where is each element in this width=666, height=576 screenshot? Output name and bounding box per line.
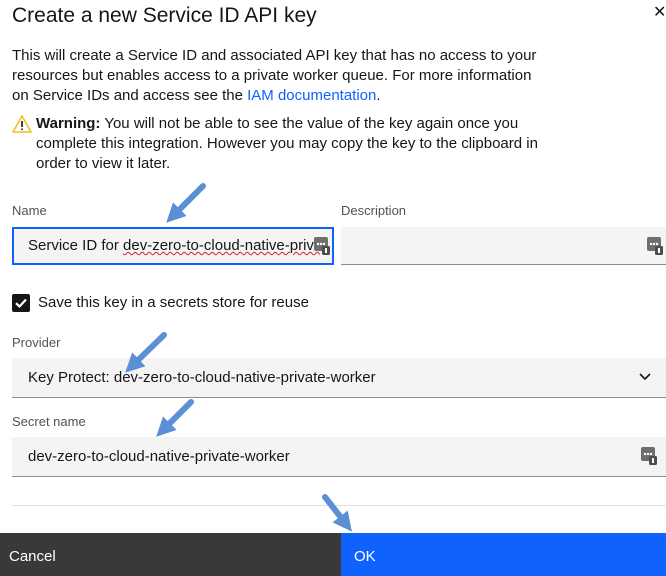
divider: [12, 505, 666, 506]
save-key-checkbox[interactable]: [12, 294, 30, 312]
ok-button[interactable]: OK: [341, 533, 666, 576]
secret-name-input[interactable]: dev-zero-to-cloud-native-private-worker: [12, 437, 666, 477]
save-key-label[interactable]: Save this key in a secrets store for reu…: [38, 294, 309, 312]
cancel-button[interactable]: Cancel: [0, 533, 341, 576]
secret-name-input-value: dev-zero-to-cloud-native-private-worker: [28, 448, 290, 465]
close-icon[interactable]: ✕: [653, 2, 666, 22]
dialog-description: This will create a Service ID and associ…: [12, 46, 552, 106]
name-input[interactable]: Service ID for dev-zero-to-cloud-native-…: [12, 227, 334, 265]
provider-select-value: Key Protect: dev-zero-to-cloud-native-pr…: [28, 369, 376, 386]
chevron-down-icon[interactable]: [638, 372, 652, 382]
name-label: Name: [12, 203, 47, 218]
password-manager-icon[interactable]: [647, 237, 663, 255]
description-input[interactable]: [341, 227, 666, 265]
iam-documentation-link[interactable]: IAM documentation: [247, 87, 376, 104]
checkmark-icon: [15, 298, 27, 309]
name-input-prefix: Service ID for: [28, 237, 124, 254]
password-manager-icon[interactable]: [314, 237, 330, 255]
provider-label: Provider: [12, 335, 61, 350]
warning-label: Warning:: [36, 115, 101, 132]
warning-icon: [12, 115, 32, 133]
provider-select[interactable]: Key Protect: dev-zero-to-cloud-native-pr…: [12, 358, 666, 398]
warning-message: Warning: You will not be able to see the…: [36, 114, 546, 174]
description-end: .: [376, 87, 381, 104]
dialog-title: Create a new Service ID API key: [12, 4, 317, 27]
password-manager-icon[interactable]: [641, 447, 657, 465]
secret-name-label: Secret name: [12, 414, 86, 429]
name-input-value: dev-zero-to-cloud-native-privat: [123, 237, 320, 254]
warning-text: You will not be able to see the value of…: [36, 115, 538, 172]
description-label: Description: [341, 203, 407, 218]
